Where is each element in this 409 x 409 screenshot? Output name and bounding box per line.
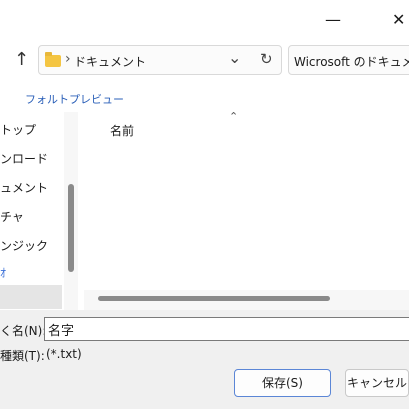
nav-item-music[interactable]: ンジック <box>0 237 48 254</box>
breadcrumb-separator: › <box>65 51 71 67</box>
title-bar <box>0 0 409 40</box>
minimize-button[interactable]: — <box>325 10 341 30</box>
filetype-select[interactable]: (*.txt) <box>46 347 82 361</box>
nav-item-videos[interactable]: ｵ <box>0 264 6 281</box>
cancel-button[interactable]: キャンセル <box>345 369 409 397</box>
filename-label: く名(N): <box>0 324 47 338</box>
address-bar[interactable]: › ドキュメント ⌄ ↻ <box>38 45 282 75</box>
nav-selected-highlight <box>0 285 62 309</box>
nav-item-downloads[interactable]: ンロード <box>0 150 48 167</box>
search-placeholder: Wicrosoft のドキュメント <box>294 55 409 69</box>
cancel-button-label: キャンセル <box>346 376 407 390</box>
file-list[interactable] <box>80 112 409 310</box>
horizontal-scrollbar-thumb[interactable] <box>98 296 330 301</box>
up-arrow-icon[interactable]: ↑ <box>14 49 29 70</box>
breadcrumb-documents[interactable]: ドキュメント <box>74 53 146 70</box>
close-button[interactable]: ✕ <box>392 10 405 30</box>
filetype-label: 種類(T): <box>0 349 45 363</box>
nav-scrollbar-thumb[interactable] <box>68 184 74 272</box>
search-input[interactable]: Wicrosoft のドキュメント <box>288 45 409 75</box>
nav-item-documents[interactable]: ュメント <box>0 179 48 196</box>
nav-item-desktop[interactable]: トップ <box>0 121 36 138</box>
chevron-down-icon[interactable]: ⌄ <box>228 48 241 67</box>
folder-icon <box>45 52 61 67</box>
filename-field[interactable]: 名字 <box>44 317 409 341</box>
column-header-name[interactable]: 名前 <box>110 122 134 139</box>
filename-value: 名字 <box>48 324 75 339</box>
sort-ascending-icon: ⌃ <box>229 110 239 123</box>
nav-item-pictures[interactable]: チャ <box>0 208 24 225</box>
font-preview-link[interactable]: フォルトプレビュー <box>25 91 124 107</box>
refresh-icon[interactable]: ↻ <box>260 50 273 68</box>
save-button[interactable]: 保存(S) <box>234 369 331 397</box>
save-button-label: 保存(S) <box>262 376 303 390</box>
command-bar: フォルトプレビュー <box>0 84 409 112</box>
